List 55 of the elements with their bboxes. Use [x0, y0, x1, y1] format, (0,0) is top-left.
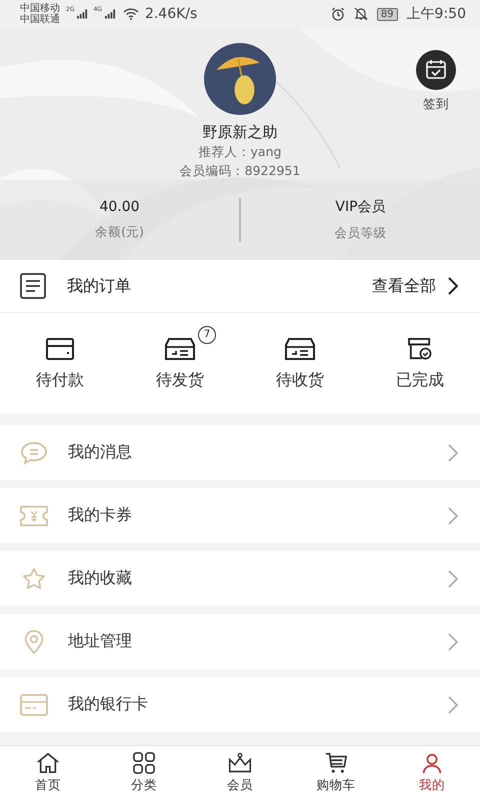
nav-tab[interactable]: 我的 — [384, 746, 480, 800]
wallet-icon — [45, 338, 75, 360]
checkin-label[interactable]: 签到 — [423, 96, 449, 113]
order-list-icon — [20, 273, 46, 299]
stat-value: 40.00 — [99, 199, 140, 215]
chat-bubble-icon — [20, 440, 48, 464]
cart-icon — [324, 752, 348, 774]
stat-value: VIP会员 — [335, 198, 386, 216]
mute-icon — [354, 7, 368, 21]
menu-row[interactable]: 我的消息 — [0, 425, 480, 480]
nav-tab[interactable]: 首页 — [0, 746, 96, 800]
chevron-icon — [448, 696, 458, 714]
clock: 上午9:50 — [406, 5, 466, 23]
signal-icon — [104, 9, 116, 19]
order-status-item[interactable]: 已完成 — [360, 328, 480, 398]
bank-card-icon — [20, 692, 48, 716]
order-status-item[interactable]: 待付款 — [0, 328, 120, 398]
stat-label: 会员等级 — [334, 225, 386, 242]
signal-icon — [77, 9, 88, 19]
battery-level: 89 — [376, 8, 398, 20]
stat-label: 余额(元) — [95, 224, 144, 241]
user-name: 野原新之助 — [202, 123, 278, 142]
carrier-name: 中国联通 — [20, 14, 60, 25]
section-title: 我的订单 — [67, 276, 131, 296]
network-speed: 2.46K/s — [144, 6, 198, 22]
count-badge: 7 — [198, 326, 216, 344]
chevron-icon — [448, 444, 458, 462]
chevron-icon — [448, 277, 458, 295]
menu-row[interactable]: 我的银行卡 — [0, 677, 480, 732]
grid-icon — [132, 752, 156, 774]
package-box-icon — [285, 338, 315, 360]
chevron-icon — [448, 570, 458, 588]
nav-tab[interactable]: 分类 — [96, 746, 192, 800]
person-icon — [420, 752, 444, 774]
order-status-item[interactable]: 待收货 — [240, 328, 360, 398]
nav-tab[interactable]: 购物车 — [288, 746, 384, 800]
chevron-icon — [448, 632, 458, 650]
menu-row[interactable]: 地址管理 — [0, 614, 480, 669]
alarm-icon — [330, 7, 345, 21]
home-icon — [36, 752, 60, 774]
wifi-icon — [122, 8, 139, 20]
order-status-item[interactable]: 7 待发货 — [120, 328, 240, 398]
referrer-text: 推荐人：yang — [198, 144, 282, 161]
star-icon — [20, 566, 48, 590]
member-code: 会员编码：8922951 — [180, 163, 300, 180]
crown-icon — [228, 752, 252, 774]
nav-tab[interactable]: 会员 — [192, 746, 288, 800]
carrier-name: 中国移动 — [20, 3, 60, 14]
calendar-check-icon[interactable] — [416, 50, 456, 90]
menu-row[interactable]: 我的卡券 — [0, 488, 480, 543]
package-box-icon — [165, 338, 195, 360]
view-all-link[interactable]: 查看全部 — [372, 276, 436, 296]
menu-row[interactable]: 我的收藏 — [0, 551, 480, 606]
ticket-icon — [20, 504, 48, 528]
chevron-icon — [448, 506, 458, 524]
